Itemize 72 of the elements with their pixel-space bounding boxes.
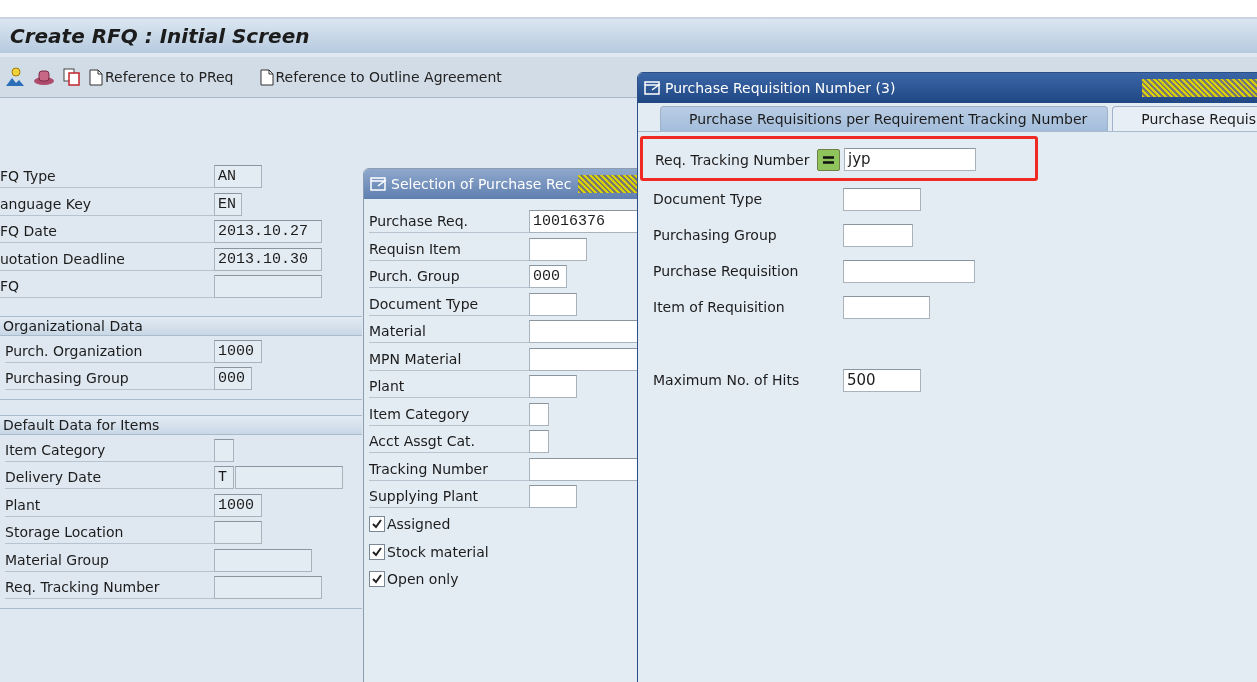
dialog-title-text: Purchase Requisition Number (3): [665, 80, 896, 96]
field-label: Purchasing Group: [5, 367, 214, 391]
input-field[interactable]: [529, 292, 577, 316]
field-label: anguage Key: [0, 192, 214, 216]
input-field[interactable]: [843, 295, 930, 319]
toolbar-button[interactable]: Reference to Outline Agreement: [259, 68, 502, 86]
equals-icon: [823, 155, 834, 164]
input-field[interactable]: AN: [214, 165, 262, 189]
input-field[interactable]: [843, 259, 975, 283]
checkbox-label: Stock material: [387, 543, 489, 560]
field-label: FQ Date: [0, 220, 214, 244]
checkmark-icon: [372, 519, 382, 530]
hat-icon[interactable]: [33, 68, 55, 86]
group-header: Default Data for Items: [0, 414, 362, 435]
input-field[interactable]: EN: [214, 192, 242, 216]
field-label: Storage Location: [5, 521, 214, 545]
input-field[interactable]: 2013.10.30: [214, 247, 322, 271]
input-field[interactable]: [214, 576, 322, 600]
group-header: Organizational Data: [0, 315, 362, 336]
window-icon: [644, 81, 662, 95]
field-label: Purchasing Group: [653, 227, 778, 243]
field-label: Plant: [5, 493, 214, 517]
input-field[interactable]: 500: [843, 368, 921, 392]
toolbar-button[interactable]: Reference to PReq: [89, 68, 234, 86]
field-label: FQ: [0, 275, 214, 299]
input-field[interactable]: [214, 438, 234, 462]
input-field[interactable]: 2013.10.27: [214, 220, 322, 244]
input-field[interactable]: [529, 402, 549, 426]
field-label: Document Type: [653, 191, 764, 207]
field-label: Purch. Organization: [5, 339, 214, 363]
input-field[interactable]: [529, 237, 587, 261]
input-field[interactable]: [843, 223, 913, 247]
checkbox[interactable]: [369, 571, 385, 588]
field-label: Maximum No. of Hits: [653, 372, 801, 388]
input-field[interactable]: [214, 548, 312, 572]
copy-icon[interactable]: [63, 68, 81, 86]
checkbox[interactable]: [369, 543, 385, 560]
input-field[interactable]: [214, 521, 262, 545]
input-field[interactable]: [214, 275, 322, 299]
input-field[interactable]: [529, 430, 549, 454]
screen-title: Create RFQ : Initial Screen: [10, 24, 310, 48]
field-label: Req. Tracking Number: [5, 576, 214, 600]
tab[interactable]: Purchase Requis: [1112, 106, 1257, 131]
input-field[interactable]: [235, 466, 343, 490]
field-label: Req. Tracking Number: [655, 151, 811, 168]
input-field[interactable]: [529, 375, 577, 399]
checkbox[interactable]: [369, 516, 385, 533]
input-field[interactable]: [529, 485, 577, 509]
input-field[interactable]: 1000: [214, 339, 262, 363]
input-field[interactable]: jyp: [844, 148, 976, 171]
document-icon: [259, 68, 274, 86]
field-label: Delivery Date: [5, 466, 214, 490]
tab[interactable]: Purchase Requisitions per Requirement Tracking Number: [660, 106, 1109, 131]
equals-button[interactable]: [817, 148, 840, 171]
field-label: FQ Type: [0, 165, 214, 189]
checkbox-label: Assigned: [387, 516, 451, 533]
document-icon: [89, 68, 103, 86]
input-field[interactable]: 000: [214, 367, 252, 391]
field-label: uotation Deadline: [0, 247, 214, 271]
checkmark-icon: [372, 546, 382, 557]
input-field[interactable]: [843, 187, 921, 211]
input-field[interactable]: 1000: [214, 493, 262, 517]
field-label: Item Category: [5, 438, 214, 462]
checkbox-label: Open only: [387, 571, 459, 588]
field-label: Material Group: [5, 548, 214, 572]
checkmark-icon: [372, 574, 382, 585]
input-field[interactable]: T: [214, 466, 234, 490]
field-label: Item of Requisition: [653, 299, 786, 315]
input-field[interactable]: 000: [529, 265, 567, 289]
field-label: Purchase Requisition: [653, 263, 800, 279]
dialog-title-text: Selection of Purchase Rec: [391, 176, 572, 192]
window-icon: [370, 177, 388, 191]
